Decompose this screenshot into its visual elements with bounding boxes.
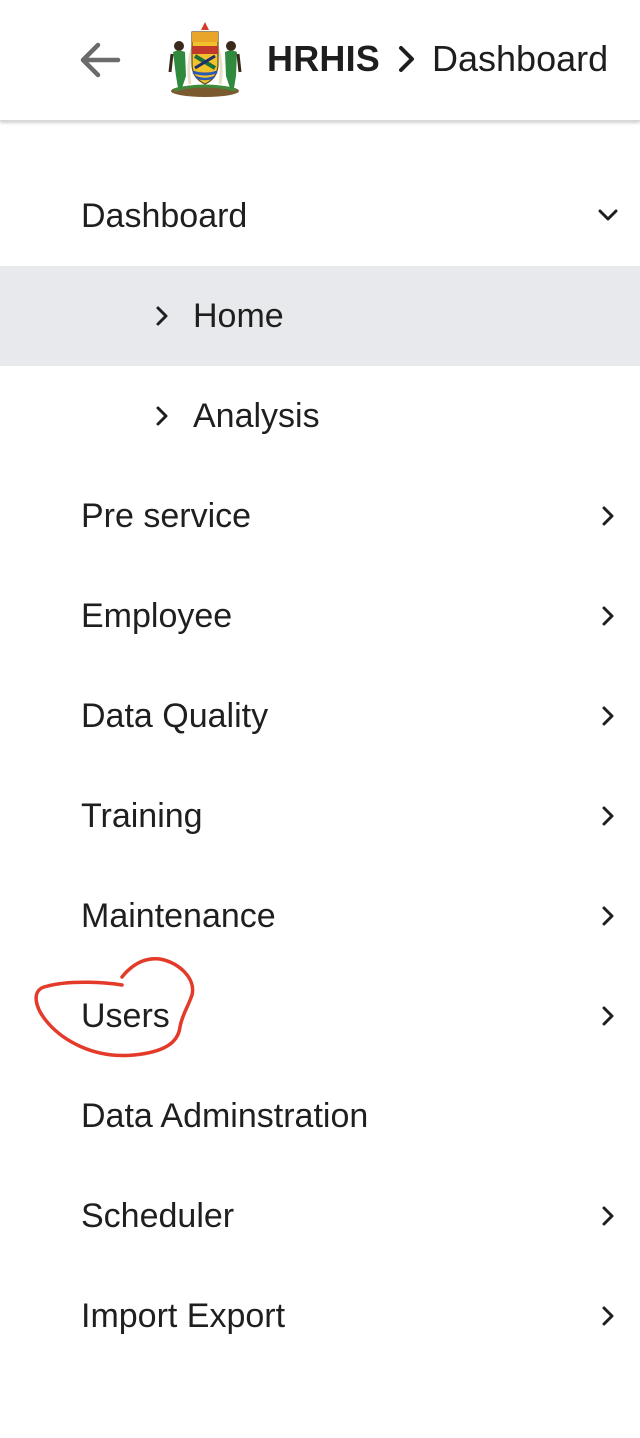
coat-of-arms-logo <box>168 22 242 97</box>
menu-item-label: Home <box>193 296 284 335</box>
menu-item-label: Pre service <box>81 496 252 535</box>
menu-item-users[interactable]: Users <box>0 966 640 1066</box>
arrow-left-icon <box>80 42 121 78</box>
chevron-down-icon <box>598 209 618 221</box>
chevron-right-icon <box>602 806 614 826</box>
menu-item-label: Import Export <box>81 1296 286 1335</box>
chevron-right-icon <box>602 1306 614 1326</box>
menu-item-label: Employee <box>81 596 233 635</box>
breadcrumb-app-name[interactable]: HRHIS <box>267 38 380 80</box>
menu-item-import-export[interactable]: Import Export <box>0 1266 640 1366</box>
menu-item-dashboard[interactable]: Dashboard <box>0 166 640 266</box>
menu-item-label: Maintenance <box>81 896 276 935</box>
chevron-right-icon <box>602 906 614 926</box>
menu-item-training[interactable]: Training <box>0 766 640 866</box>
menu-item-label: Training <box>81 796 203 835</box>
menu-item-scheduler[interactable]: Scheduler <box>0 1166 640 1266</box>
chevron-right-icon <box>156 306 168 326</box>
menu-item-label: Users <box>81 996 170 1035</box>
top-bar: HRHIS Dashboard <box>0 0 640 121</box>
chevron-right-icon <box>602 706 614 726</box>
breadcrumb-page-name: Dashboard <box>432 38 609 79</box>
menu-item-data-quality[interactable]: Data Quality <box>0 666 640 766</box>
chevron-right-icon <box>602 506 614 526</box>
menu-item-maintenance[interactable]: Maintenance <box>0 866 640 966</box>
menu-item-label: Analysis <box>193 396 320 435</box>
menu-item-pre-service[interactable]: Pre service <box>0 466 640 566</box>
breadcrumb: HRHIS Dashboard <box>267 36 608 82</box>
menu-item-data-administration[interactable]: Data Adminstration <box>0 1066 640 1166</box>
chevron-right-icon <box>399 46 415 72</box>
menu-item-employee[interactable]: Employee <box>0 566 640 666</box>
chevron-right-icon <box>602 606 614 626</box>
app-root: HRHIS Dashboard Dashboard Home Analysis … <box>0 0 640 1438</box>
menu-item-home[interactable]: Home <box>0 266 640 366</box>
chevron-right-icon <box>602 1006 614 1026</box>
menu-item-analysis[interactable]: Analysis <box>0 366 640 466</box>
chevron-right-icon <box>156 406 168 426</box>
menu-item-label: Dashboard <box>81 196 248 235</box>
chevron-right-icon <box>602 1206 614 1226</box>
sidebar-menu: Dashboard Home Analysis Pre service Empl <box>0 166 640 1366</box>
back-button[interactable] <box>70 30 130 90</box>
menu-item-label: Data Quality <box>81 696 269 735</box>
menu-item-label: Data Adminstration <box>81 1096 369 1135</box>
breadcrumb-separator <box>398 45 416 73</box>
menu-item-label: Scheduler <box>81 1196 235 1235</box>
